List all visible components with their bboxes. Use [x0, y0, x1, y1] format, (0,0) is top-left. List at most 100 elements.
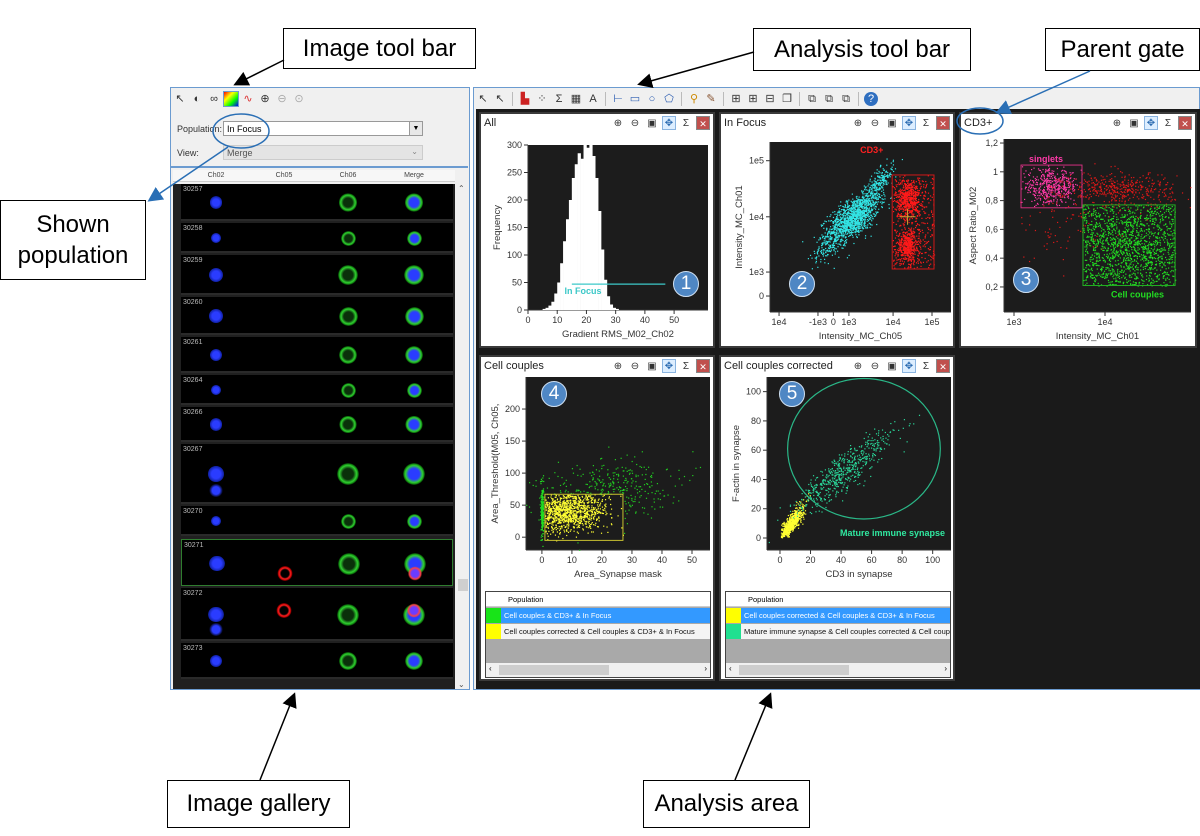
layout-grid-icon[interactable]: ⊞	[729, 92, 743, 106]
polygon-gate-icon[interactable]: ⬠	[662, 92, 676, 106]
scatter-point	[917, 254, 919, 256]
scatter-point	[1111, 178, 1113, 180]
scatter-point	[1065, 220, 1067, 223]
scatter-point	[1172, 238, 1174, 240]
scatter-point	[1172, 254, 1175, 256]
gallery-column-header: Ch05	[275, 172, 293, 179]
scatter-icon[interactable]: ⁘	[535, 92, 549, 106]
scatter-point	[895, 194, 897, 196]
scatter-point	[1159, 215, 1161, 217]
magic-wand-icon[interactable]: ⚲	[687, 92, 701, 106]
scatter-point	[1043, 175, 1045, 177]
gallery-scrollbar[interactable]: ⌃ ⌄	[457, 184, 469, 689]
select-pointer-icon[interactable]: ↖	[173, 92, 187, 106]
scatter-point	[859, 230, 862, 232]
scatter-point	[885, 170, 888, 172]
x-axis-label: Intensity_MC_Ch05	[819, 331, 902, 342]
pointer-gate-icon[interactable]: ↖	[493, 92, 507, 106]
scatter-point	[1093, 177, 1095, 179]
scatter-point	[910, 236, 912, 238]
scatter-point	[861, 191, 863, 193]
gallery-row[interactable]: 30261	[181, 337, 453, 373]
scatter-point	[900, 192, 902, 194]
image-gallery[interactable]: 30257 30258 30259 30260 30261 30264 30266 30267…	[173, 184, 455, 689]
scatter-point	[1165, 279, 1167, 281]
image-icon[interactable]: ▦	[569, 92, 583, 106]
scatter-point	[1069, 174, 1072, 176]
zoom-reset-icon[interactable]: ⊙	[292, 92, 306, 106]
histogram-icon[interactable]: ▙	[518, 92, 532, 106]
line-gate-icon[interactable]: ⊢	[611, 92, 625, 106]
link-icon[interactable]: ∞	[207, 92, 221, 106]
scatter-point	[913, 256, 915, 259]
curve-icon[interactable]: ∿	[241, 92, 255, 106]
scatter-point	[1073, 199, 1075, 201]
copy-plot-icon[interactable]: ⧉	[805, 92, 819, 106]
scatter-point	[858, 215, 860, 217]
layout-rows-icon[interactable]: ⊟	[763, 92, 777, 106]
gallery-row[interactable]: 30270	[181, 506, 453, 536]
scatter-point	[895, 191, 897, 194]
layout-2x2-icon[interactable]: ⊞	[746, 92, 760, 106]
scatter-point	[847, 205, 849, 207]
scatter-point	[1166, 241, 1169, 243]
scroll-up-icon[interactable]: ⌃	[458, 184, 465, 193]
scatter-point	[861, 224, 863, 226]
gallery-row[interactable]: 30259	[181, 255, 453, 295]
gallery-row[interactable]: 30264	[181, 375, 453, 405]
x-tick-label: -1e3	[809, 317, 827, 327]
scatter-point	[835, 222, 837, 224]
scatter-point	[865, 225, 867, 227]
object-id: 30273	[183, 645, 203, 652]
layout-cascade-icon[interactable]: ❐	[780, 92, 794, 106]
text-icon[interactable]: A	[586, 92, 600, 106]
zoom-out-icon[interactable]: ⊖	[275, 92, 289, 106]
scroll-down-icon[interactable]: ⌄	[458, 680, 465, 689]
rectangle-gate-icon[interactable]: ▭	[628, 92, 642, 106]
scatter-point	[850, 219, 852, 221]
scatter-point	[1058, 193, 1060, 195]
gallery-row[interactable]: 30271	[181, 539, 453, 586]
scatter-point	[1140, 269, 1142, 271]
gallery-row[interactable]: 30257	[181, 184, 453, 221]
scatter-point	[892, 200, 895, 203]
color-channels-icon[interactable]: ■	[223, 91, 239, 107]
statistics-icon[interactable]: Σ	[552, 92, 566, 106]
scatter-point	[813, 250, 815, 252]
scrollbar-thumb[interactable]	[458, 579, 468, 591]
gallery-row[interactable]: 30267	[181, 444, 453, 504]
ellipse-gate-icon[interactable]: ○	[645, 92, 659, 106]
pointer-icon[interactable]: ↖	[476, 92, 490, 106]
duplicate-plot-icon[interactable]: ⧉	[839, 92, 853, 106]
gallery-row[interactable]: 30266	[181, 407, 453, 442]
scatter-point	[1144, 235, 1146, 238]
scatter-point	[915, 199, 917, 202]
brightness-contrast-icon[interactable]: ◐	[190, 92, 204, 106]
scatter-point	[1119, 185, 1122, 187]
view-select[interactable]: Merge ⌄	[223, 145, 423, 160]
step-number-badge: 2	[789, 271, 815, 297]
scatter-point	[874, 196, 876, 198]
zoom-in-icon[interactable]: ⊕	[258, 92, 272, 106]
gallery-row[interactable]: 30260	[181, 297, 453, 335]
gallery-row[interactable]: 30273	[181, 643, 453, 679]
scatter-point	[1100, 175, 1102, 177]
scatter-point	[846, 214, 848, 216]
help-icon[interactable]: ?	[864, 92, 878, 106]
scatter-point	[854, 206, 856, 208]
chevron-down-icon[interactable]: ▼	[409, 122, 422, 135]
scatter-point	[1166, 239, 1168, 241]
scatter-point	[1149, 172, 1151, 174]
scatter-point	[1124, 179, 1126, 181]
scatter-point	[1059, 187, 1061, 189]
scatter-point	[1034, 177, 1036, 180]
gallery-row[interactable]: 30258	[181, 223, 453, 253]
gallery-row[interactable]: 30272	[181, 588, 453, 641]
paste-plot-icon[interactable]: ⧉	[822, 92, 836, 106]
brush-icon[interactable]: ✎	[704, 92, 718, 106]
scatter-point	[921, 180, 923, 182]
scatter-point	[1100, 248, 1102, 250]
population-select[interactable]: In Focus ▼	[223, 121, 423, 136]
scatter-point	[1126, 253, 1128, 255]
scatter-point	[1104, 215, 1106, 217]
